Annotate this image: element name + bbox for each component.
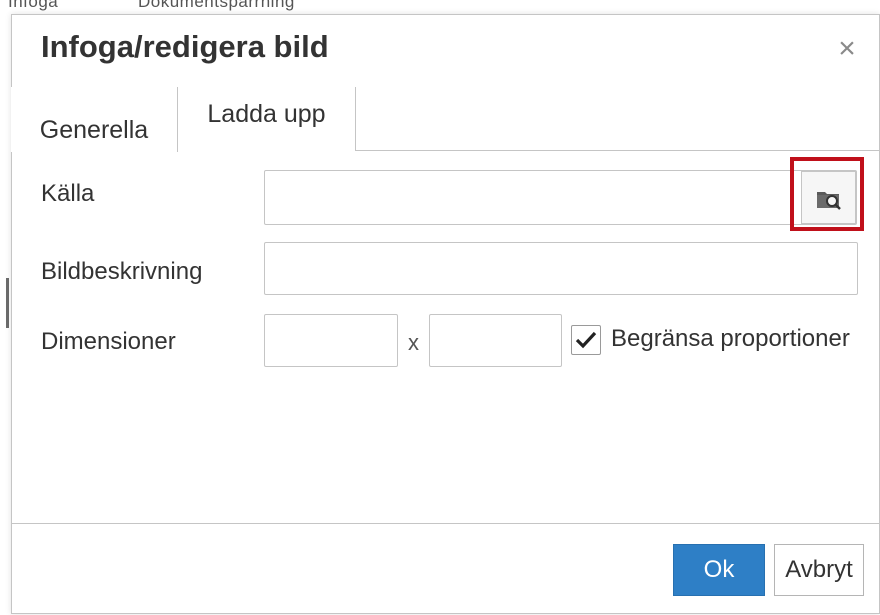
background-scrollbar	[6, 278, 9, 328]
close-icon[interactable]: ×	[833, 34, 861, 64]
dimensions-separator: x	[408, 330, 419, 355]
constrain-proportions-checkbox[interactable]	[571, 325, 601, 355]
dialog-footer: Ok Avbryt	[12, 523, 879, 615]
insert-image-dialog: Infoga/redigera bild × Generella Ladda u…	[11, 14, 880, 614]
background-toolbar: Infoga Dokumentspärrning	[0, 0, 880, 14]
browse-button[interactable]	[801, 171, 856, 224]
description-label: Bildbeskrivning	[41, 258, 203, 285]
background-text-left: Infoga	[8, 0, 59, 11]
source-input[interactable]	[264, 170, 857, 225]
tab-general-label: Generella	[39, 116, 149, 144]
background-text-right: Dokumentspärrning	[138, 0, 295, 11]
width-input[interactable]	[264, 314, 398, 367]
dialog-title: Infoga/redigera bild	[41, 29, 329, 64]
checkmark-icon	[575, 331, 597, 349]
source-label: Källa	[41, 180, 95, 207]
constrain-proportions-label: Begränsa proportioner	[611, 325, 850, 352]
description-input[interactable]	[264, 242, 858, 295]
dimensions-label: Dimensioner	[41, 328, 176, 355]
tab-upload[interactable]: Ladda upp	[178, 87, 356, 151]
ok-button[interactable]: Ok	[673, 544, 765, 596]
tab-bar: Generella Ladda upp	[11, 87, 879, 152]
cancel-button[interactable]: Avbryt	[774, 544, 864, 596]
height-input[interactable]	[429, 314, 562, 367]
tab-upload-label: Ladda upp	[207, 100, 326, 128]
dialog-header: Infoga/redigera bild ×	[12, 15, 879, 87]
tab-general[interactable]: Generella	[11, 87, 178, 152]
folder-search-icon	[816, 191, 841, 210]
